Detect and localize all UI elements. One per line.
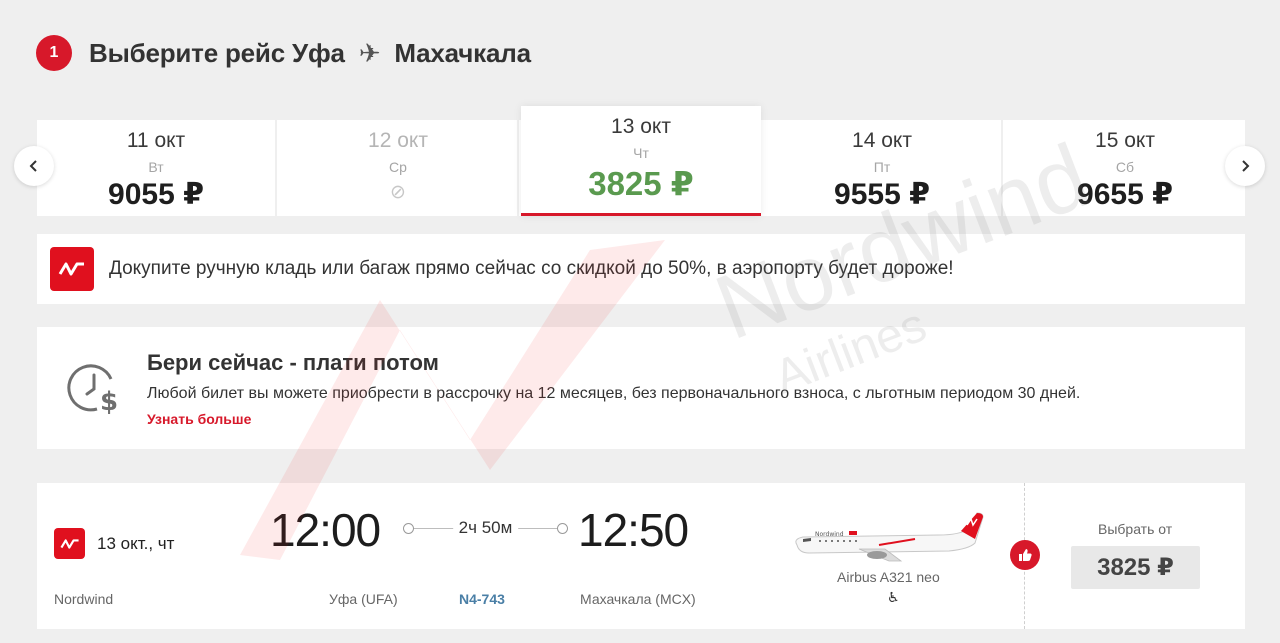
day-of-week: Чт <box>633 145 649 161</box>
prev-dates-button[interactable] <box>14 146 54 186</box>
clock-dollar-icon: $ <box>67 364 118 415</box>
baggage-promo-banner: Докупите ручную кладь или багаж прямо се… <box>37 234 1245 304</box>
date-label: 11 окт <box>126 129 186 152</box>
departure-airport: Уфа (UFA) <box>329 591 398 607</box>
date-label: 12 окт <box>368 129 428 152</box>
destination-dot <box>557 523 568 534</box>
seat-icon: ♿ <box>887 589 900 605</box>
installment-description: Любой билет вы можете приобрести в расср… <box>147 385 1081 402</box>
title-origin: Выберите рейс Уфа <box>89 37 345 68</box>
date-label: 13 окт <box>611 115 671 138</box>
title-destination: Махачкала <box>394 37 531 68</box>
step-header: 1 Выберите рейс Уфа ✈ Махачкала <box>36 35 531 71</box>
date-price: 9055 ₽ <box>108 178 204 211</box>
nordwind-logo-icon <box>54 528 85 559</box>
select-from-label: Выбрать от <box>1098 521 1173 537</box>
day-of-week: Вт <box>148 159 164 175</box>
learn-more-link[interactable]: Узнать больше <box>147 411 251 427</box>
origin-dot <box>403 523 414 534</box>
date-label: 15 окт <box>1095 129 1155 152</box>
date-price: 3825 ₽ <box>588 165 694 202</box>
thumbs-up-icon[interactable] <box>1010 540 1040 570</box>
arrival-time: 12:50 <box>578 504 689 556</box>
date-price: 9655 ₽ <box>1077 178 1173 211</box>
aircraft-model: Airbus A321 neo <box>837 569 940 585</box>
next-dates-button[interactable] <box>1225 146 1265 186</box>
unavailable-icon: ⊘ <box>390 182 406 203</box>
date-option-12: 12 окт Ср ⊘ <box>279 120 519 216</box>
route-line: 2ч 50м <box>403 518 568 538</box>
date-option-13-selected[interactable]: 13 окт Чт 3825 ₽ <box>521 106 761 216</box>
airline-name: Nordwind <box>54 591 114 607</box>
date-label: 14 окт <box>852 129 912 152</box>
date-selector: 11 окт Вт 9055 ₽ 12 окт Ср ⊘ 13 окт Чт 3… <box>37 106 1245 216</box>
installment-title: Бери сейчас - плати потом <box>147 350 439 375</box>
step-number-badge: 1 <box>36 35 72 71</box>
flight-card[interactable]: 13 окт., чт Nordwind 12:00 2ч 50м 12:50 … <box>37 483 1245 629</box>
date-option-15[interactable]: 15 окт Сб 9655 ₽ <box>1005 120 1245 216</box>
arrival-airport: Махачкала (MCX) <box>580 591 696 607</box>
date-option-11[interactable]: 11 окт Вт 9055 ₽ <box>37 120 277 216</box>
nordwind-logo-icon <box>50 247 94 291</box>
flight-date: 13 окт., чт <box>97 534 175 553</box>
aircraft-image: Nordwind <box>795 512 984 562</box>
svg-text:$: $ <box>100 387 118 415</box>
day-of-week: Пт <box>873 159 891 175</box>
departure-time: 12:00 <box>270 504 381 556</box>
chevron-left-icon <box>29 160 37 172</box>
page-title: Выберите рейс Уфа ✈ Махачкала <box>89 38 531 69</box>
installment-card: $ Бери сейчас - плати потом Любой билет … <box>37 327 1245 449</box>
flight-duration: 2ч 50м <box>452 518 519 538</box>
select-flight-price-button[interactable]: 3825 ₽ <box>1071 546 1200 589</box>
date-option-14[interactable]: 14 окт Пт 9555 ₽ <box>763 120 1003 216</box>
day-of-week: Ср <box>389 159 407 175</box>
svg-text:Nordwind: Nordwind <box>815 531 844 538</box>
baggage-promo-text: Докупите ручную кладь или багаж прямо се… <box>109 258 954 279</box>
day-of-week: Сб <box>1115 159 1135 175</box>
date-price: 9555 ₽ <box>834 178 930 211</box>
plane-icon: ✈ <box>358 37 381 68</box>
flight-number-link[interactable]: N4-743 <box>459 591 505 607</box>
chevron-right-icon <box>1242 160 1250 172</box>
